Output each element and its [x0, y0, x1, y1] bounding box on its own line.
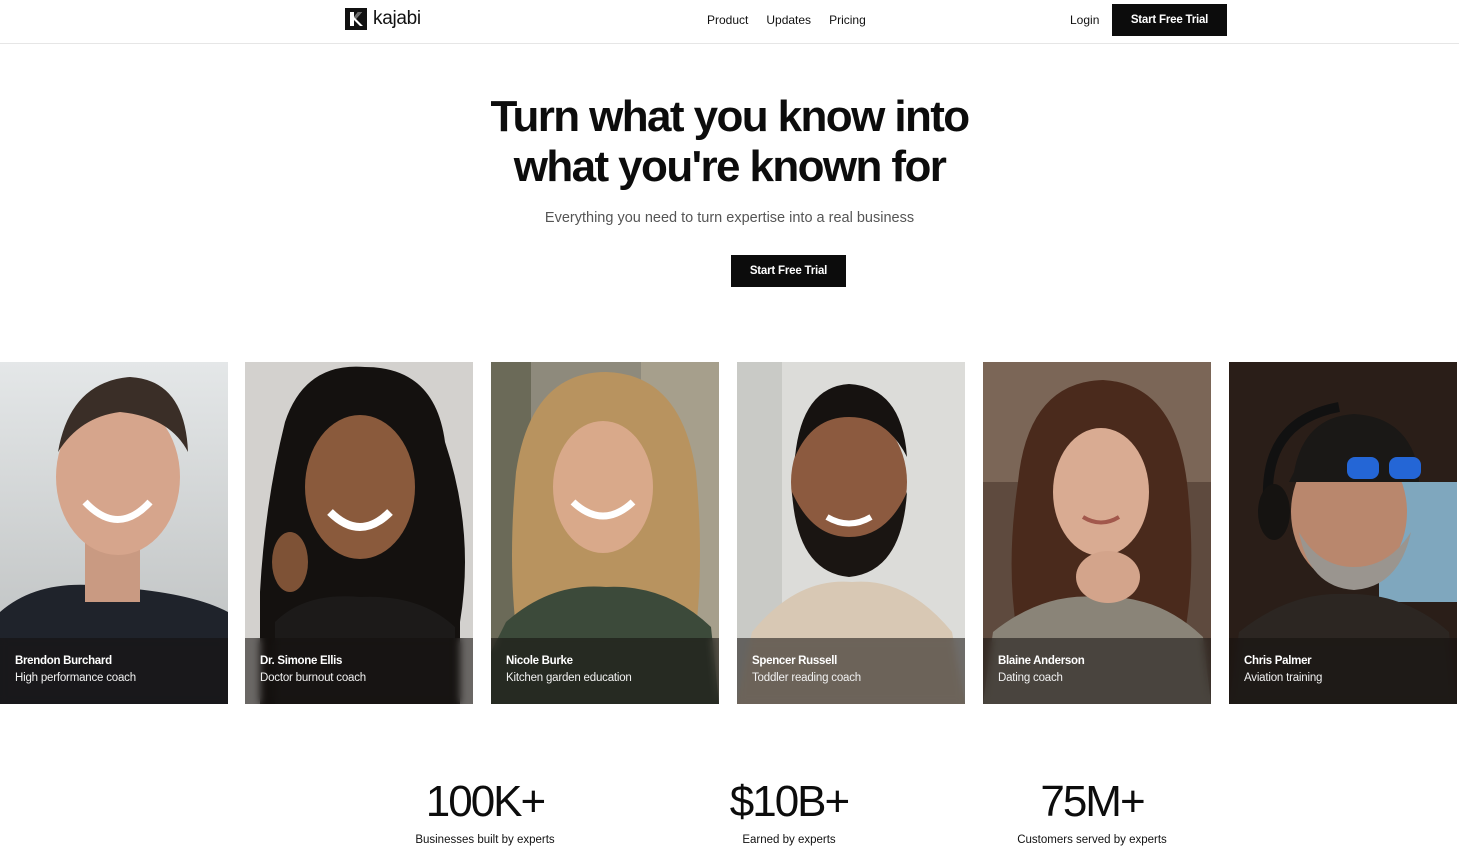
nav-link-product[interactable]: Product: [707, 13, 748, 27]
creator-name: Brendon Burchard: [15, 655, 112, 667]
stat-value: 100K+: [425, 777, 546, 826]
creator-role: Dating coach: [998, 672, 1063, 684]
creator-caption: Blaine Anderson Dating coach: [983, 638, 1211, 704]
kajabi-logo[interactable]: kajabi: [345, 8, 421, 30]
hero-subtitle: Everything you need to turn expertise in…: [544, 210, 915, 226]
creator-role: Toddler reading coach: [752, 672, 861, 684]
stat-label: Businesses built by experts: [415, 834, 555, 846]
hero-title-line-1: Turn what you know into: [490, 92, 970, 141]
nav-start-free-trial-button[interactable]: Start Free Trial: [1112, 4, 1227, 36]
creator-card[interactable]: Spencer Russell Toddler reading coach: [737, 362, 965, 704]
creator-caption: Nicole Burke Kitchen garden education: [491, 638, 719, 704]
creator-role: High performance coach: [15, 672, 136, 684]
creator-name: Blaine Anderson: [998, 655, 1085, 667]
creator-name: Spencer Russell: [752, 655, 837, 667]
stat-customers: 75M+ Customers served by experts: [972, 776, 1212, 846]
hero-title: Turn what you know into what you're know…: [0, 92, 1459, 192]
creator-role: Doctor burnout coach: [260, 672, 366, 684]
hero-title-line-2: what you're known for: [513, 142, 947, 191]
nav-link-updates[interactable]: Updates: [766, 13, 811, 27]
login-link[interactable]: Login: [1070, 13, 1099, 27]
stat-businesses: 100K+ Businesses built by experts: [365, 776, 605, 846]
creator-caption: Dr. Simone Ellis Doctor burnout coach: [245, 638, 473, 704]
nav-link-pricing[interactable]: Pricing: [829, 13, 866, 27]
creator-carousel: Brendon Burchard High performance coach …: [0, 362, 1459, 704]
creator-name: Nicole Burke: [506, 655, 573, 667]
creator-caption: Brendon Burchard High performance coach: [0, 638, 228, 704]
creator-role: Kitchen garden education: [506, 672, 632, 684]
creator-card[interactable]: Blaine Anderson Dating coach: [983, 362, 1211, 704]
creator-caption: Spencer Russell Toddler reading coach: [737, 638, 965, 704]
creator-card[interactable]: Nicole Burke Kitchen garden education: [491, 362, 719, 704]
top-navigation: kajabi Product Updates Pricing Login Sta…: [0, 0, 1459, 44]
creator-caption: Chris Palmer Aviation training: [1229, 638, 1457, 704]
creator-card[interactable]: Brendon Burchard High performance coach: [0, 362, 228, 704]
creator-card[interactable]: Dr. Simone Ellis Doctor burnout coach: [245, 362, 473, 704]
creator-role: Aviation training: [1244, 672, 1323, 684]
brand-name: kajabi: [373, 8, 421, 29]
hero-start-free-trial-button[interactable]: Start Free Trial: [731, 255, 846, 287]
kajabi-logo-icon: [345, 8, 367, 30]
creator-card[interactable]: Chris Palmer Aviation training: [1229, 362, 1457, 704]
creator-name: Chris Palmer: [1244, 655, 1312, 667]
nav-links: Product Updates Pricing: [707, 13, 866, 27]
stat-label: Earned by experts: [742, 834, 836, 846]
creator-name: Dr. Simone Ellis: [260, 655, 343, 667]
stat-label: Customers served by experts: [1017, 834, 1167, 846]
stat-earned: $10B+ Earned by experts: [669, 776, 909, 846]
stat-value: 75M+: [1040, 777, 1145, 826]
stat-value: $10B+: [729, 777, 850, 826]
